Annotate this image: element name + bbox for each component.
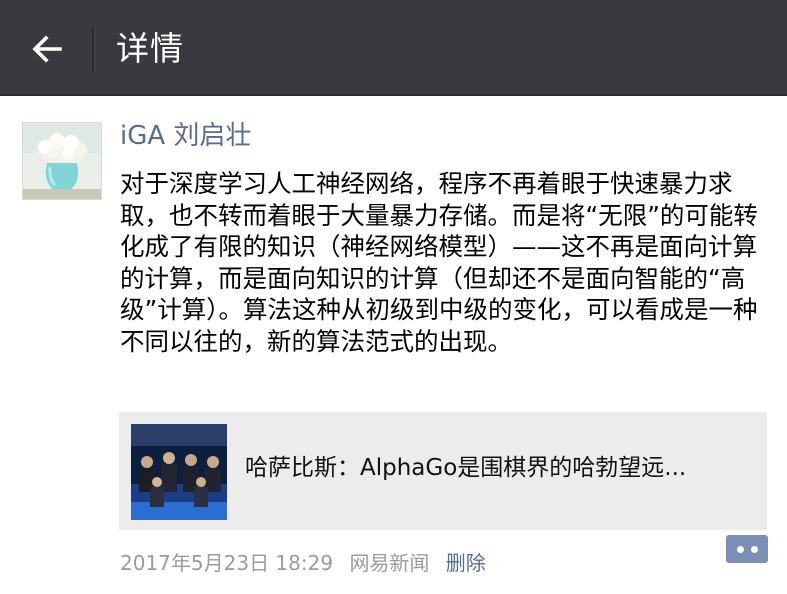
author-name[interactable]: iGA 刘启壮 bbox=[120, 118, 251, 154]
delete-button[interactable]: 删除 bbox=[446, 551, 486, 575]
comment-more-icon bbox=[736, 545, 744, 553]
post-timestamp: 2017年5月23日 18:29 bbox=[120, 551, 334, 575]
arrow-left-icon bbox=[32, 35, 62, 63]
link-title: 哈萨比斯：AlphaGo是围棋界的哈勃望远... bbox=[245, 455, 687, 481]
shared-link-card[interactable]: 哈萨比斯：AlphaGo是围棋界的哈勃望远... bbox=[119, 412, 767, 530]
post-detail: iGA 刘启壮 对于深度学习人工神经网络，程序不再着眼于快速暴力求取，也不转而着… bbox=[0, 96, 787, 594]
comment-more-icon-dot bbox=[750, 545, 758, 553]
post-source[interactable]: 网易新闻 bbox=[349, 551, 429, 575]
link-thumbnail-image bbox=[131, 424, 227, 520]
top-navigation-bar: 详情 bbox=[0, 0, 787, 96]
post-text: 对于深度学习人工神经网络，程序不再着眼于快速暴力求取，也不转而着眼于大量暴力存储… bbox=[120, 169, 758, 356]
back-button[interactable] bbox=[20, 22, 74, 76]
header-divider bbox=[92, 26, 94, 72]
avatar[interactable] bbox=[22, 122, 102, 200]
link-thumbnail bbox=[131, 424, 227, 520]
comment-button[interactable] bbox=[726, 535, 768, 563]
avatar-image bbox=[23, 123, 101, 199]
page-title: 详情 bbox=[116, 29, 184, 68]
post-meta: 2017年5月23日 18:29 网易新闻 删除 bbox=[120, 549, 496, 577]
